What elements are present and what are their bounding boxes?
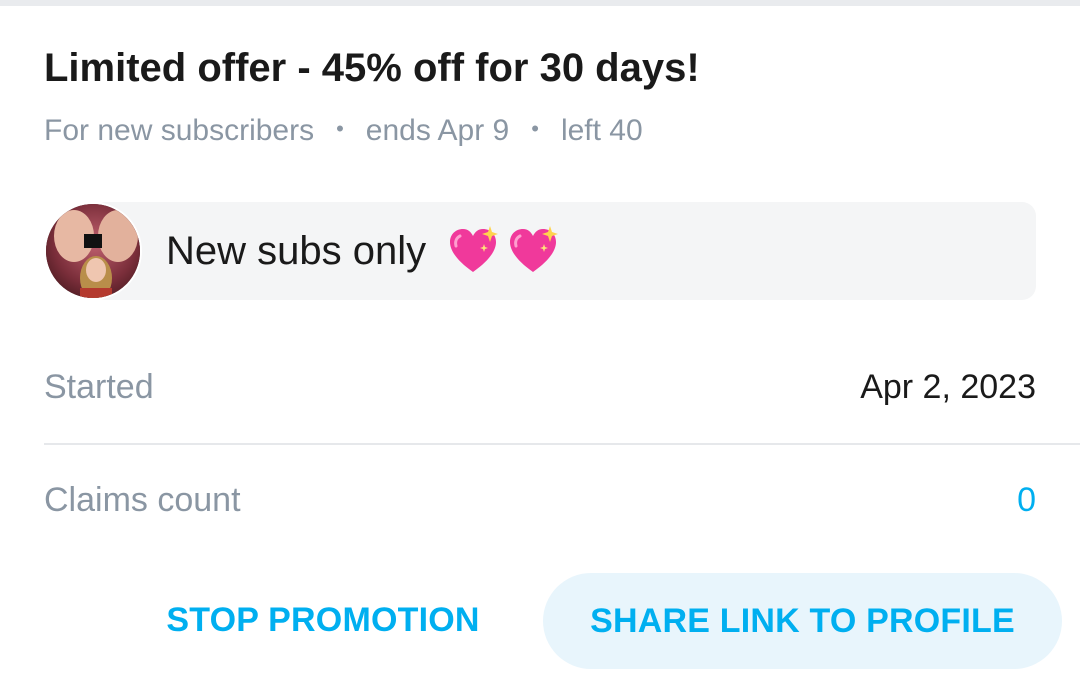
message-text: New subs only xyxy=(166,224,560,278)
row-divider xyxy=(44,443,1080,445)
claims-row: Claims count 0 xyxy=(44,477,1036,523)
sparkling-heart-icon xyxy=(450,226,499,272)
sparkling-heart-icon xyxy=(510,226,559,272)
claims-count-link[interactable]: 0 xyxy=(1017,481,1036,520)
stop-promotion-button[interactable]: STOP PROMOTION xyxy=(150,592,496,648)
started-label: Started xyxy=(44,367,154,406)
offer-meta: For new subscribers • ends Apr 9 • left … xyxy=(44,114,643,148)
share-link-button[interactable]: SHARE LINK TO PROFILE xyxy=(543,573,1062,669)
top-divider xyxy=(0,0,1080,6)
message-label: New subs only xyxy=(166,228,427,273)
started-row: Started Apr 2, 2023 xyxy=(44,364,1036,410)
offer-ends: ends Apr 9 xyxy=(365,114,510,147)
started-value: Apr 2, 2023 xyxy=(860,367,1036,406)
meta-separator: • xyxy=(336,116,344,141)
offer-title: Limited offer - 45% off for 30 days! xyxy=(44,46,700,90)
promotion-card: Limited offer - 45% off for 30 days! For… xyxy=(0,0,1080,673)
avatar-image xyxy=(46,204,140,298)
offer-audience: For new subscribers xyxy=(44,114,315,147)
offer-left: left 40 xyxy=(560,114,643,147)
claims-label: Claims count xyxy=(44,480,241,519)
meta-separator: • xyxy=(531,116,539,141)
avatar[interactable] xyxy=(44,202,142,300)
